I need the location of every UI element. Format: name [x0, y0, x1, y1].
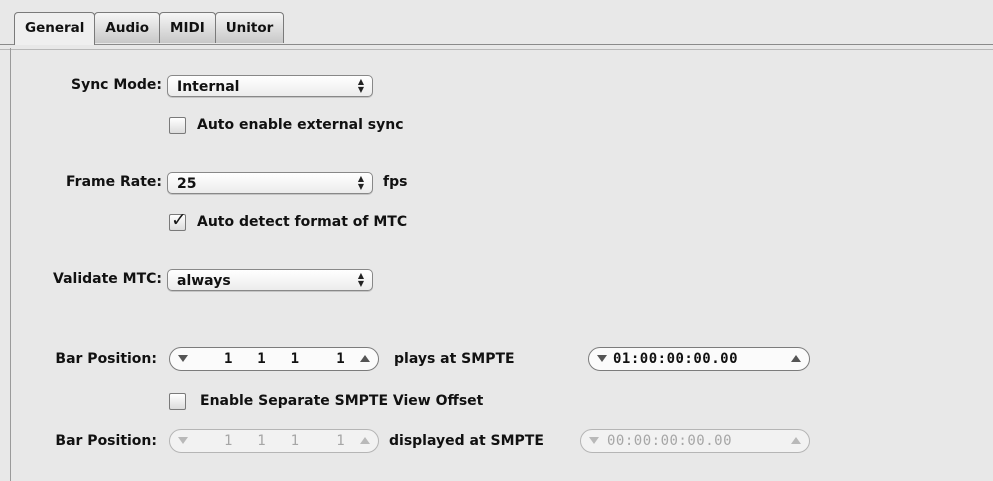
- increment-arrow-icon[interactable]: [791, 355, 801, 362]
- popup-arrows-icon: ▲ ▼: [357, 77, 364, 94]
- increment-arrow-icon[interactable]: [360, 355, 370, 362]
- sync-mode-popup[interactable]: Internal ▲ ▼: [167, 75, 373, 97]
- popup-arrows-icon: ▲ ▼: [357, 174, 364, 191]
- popup-arrows-icon: ▲ ▼: [357, 271, 364, 288]
- tab-unitor[interactable]: Unitor: [214, 12, 285, 43]
- frame-rate-label: Frame Rate:: [66, 174, 162, 190]
- validate-mtc-popup[interactable]: always ▲ ▼: [167, 269, 373, 291]
- auto-enable-sync-checkbox[interactable]: [169, 117, 186, 134]
- bar-position-value: 1 1 1 1: [224, 351, 345, 367]
- smpte-display-field: 00:00:00:00.00: [580, 429, 810, 453]
- auto-enable-sync-label: Auto enable external sync: [197, 117, 404, 133]
- sync-mode-label: Sync Mode:: [70, 77, 162, 93]
- validate-mtc-label: Validate MTC:: [53, 271, 162, 287]
- tab-midi[interactable]: MIDI: [159, 12, 216, 43]
- validate-mtc-value: always: [177, 273, 231, 289]
- frame-rate-value: 25: [177, 176, 197, 192]
- tab-divider: [0, 44, 993, 45]
- displayed-at-smpte-label: displayed at SMPTE: [389, 433, 544, 449]
- bar-position-label: Bar Position:: [55, 351, 157, 367]
- auto-detect-mtc-checkbox[interactable]: ✓: [169, 210, 187, 231]
- decrement-arrow-icon: [589, 437, 599, 444]
- separate-offset-checkbox[interactable]: [169, 393, 186, 410]
- panel-top-border: [0, 49, 993, 50]
- increment-arrow-icon: [791, 437, 801, 444]
- bar-position-display-field: 1 1 1 1: [169, 429, 379, 453]
- decrement-arrow-icon: [178, 437, 188, 444]
- decrement-arrow-icon[interactable]: [597, 355, 607, 362]
- bar-position-display-value: 1 1 1 1: [224, 433, 345, 449]
- auto-detect-mtc-label: Auto detect format of MTC: [197, 214, 408, 230]
- bar-position-field[interactable]: 1 1 1 1: [169, 347, 379, 371]
- fps-unit: fps: [383, 174, 408, 190]
- decrement-arrow-icon[interactable]: [178, 355, 188, 362]
- smpte-time-field[interactable]: 01:00:00:00.00: [588, 347, 810, 371]
- tab-bar: General Audio MIDI Unitor: [14, 12, 285, 45]
- separate-offset-label: Enable Separate SMPTE View Offset: [200, 393, 484, 409]
- bar-position-display-label: Bar Position:: [55, 433, 157, 449]
- plays-at-smpte-label: plays at SMPTE: [394, 351, 515, 367]
- checkmark-icon: ✓: [171, 209, 187, 231]
- frame-rate-popup[interactable]: 25 ▲ ▼: [167, 172, 373, 194]
- sync-mode-value: Internal: [177, 79, 240, 95]
- increment-arrow-icon: [360, 437, 370, 444]
- tab-general[interactable]: General: [14, 12, 96, 45]
- panel-left-border: [10, 48, 11, 481]
- smpte-time-value: 01:00:00:00.00: [613, 351, 739, 367]
- tab-audio[interactable]: Audio: [94, 12, 161, 43]
- smpte-display-value: 00:00:00:00.00: [607, 433, 733, 449]
